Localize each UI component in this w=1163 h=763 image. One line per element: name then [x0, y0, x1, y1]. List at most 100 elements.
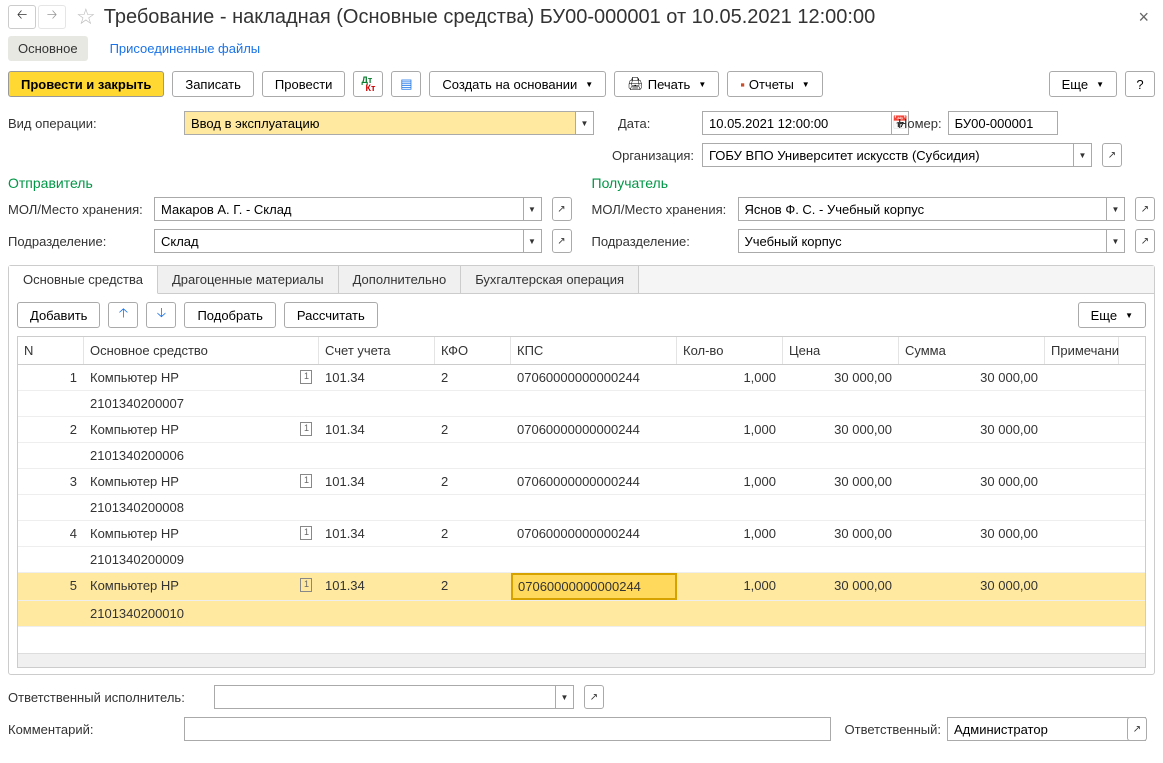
move-up-button[interactable]: 🡡 — [108, 302, 138, 328]
calc-button[interactable]: Рассчитать — [284, 302, 378, 328]
h-scrollbar[interactable] — [18, 653, 1145, 667]
cell-kps[interactable]: 07060000000000244 — [511, 417, 677, 442]
sender-mol-dd[interactable]: ▼ — [524, 197, 542, 221]
cell-su: 101.34 — [319, 573, 435, 600]
resp-exec-open[interactable]: ↗ — [584, 685, 604, 709]
th-su[interactable]: Счет учета — [319, 337, 435, 364]
th-os[interactable]: Основное средство — [84, 337, 319, 364]
th-cena[interactable]: Цена — [783, 337, 899, 364]
receiver-mol-input[interactable] — [738, 197, 1108, 221]
cell-prim — [1045, 521, 1119, 546]
tab-accounting[interactable]: Бухгалтерская операция — [461, 266, 639, 293]
pick-button[interactable]: Подобрать — [184, 302, 275, 328]
responsible-input[interactable] — [947, 717, 1137, 741]
sender-mol-open[interactable]: ↗ — [552, 197, 572, 221]
create-based-button[interactable]: Создать на основании▼ — [429, 71, 606, 97]
receiver-dept-input[interactable] — [738, 229, 1108, 253]
cell-inv: 2101340200007 — [84, 391, 319, 416]
cell-os: Компьютер HP — [84, 573, 319, 600]
sender-dept-input[interactable] — [154, 229, 524, 253]
receiver-mol-dd[interactable]: ▼ — [1107, 197, 1125, 221]
dtkt-button[interactable]: ДтКт — [353, 71, 383, 97]
favorite-star-icon[interactable]: ☆ — [76, 4, 96, 30]
document-structure-button[interactable]: ▤ — [391, 71, 421, 97]
card-icon[interactable] — [300, 370, 312, 384]
nav-back-button[interactable]: 🡠 — [8, 5, 36, 29]
cell-kps[interactable]: 07060000000000244 — [511, 469, 677, 494]
responsible-label: Ответственный: — [845, 722, 941, 737]
post-button[interactable]: Провести — [262, 71, 346, 97]
th-prim[interactable]: Примечани — [1045, 337, 1119, 364]
add-row-button[interactable]: Добавить — [17, 302, 100, 328]
cell-os: Компьютер HP — [84, 365, 319, 390]
cell-prim — [1045, 573, 1119, 600]
org-open-button[interactable]: ↗ — [1102, 143, 1122, 167]
table-subrow[interactable]: 2101340200009 — [18, 547, 1145, 573]
card-icon[interactable] — [300, 526, 312, 540]
sender-dept-open[interactable]: ↗ — [552, 229, 572, 253]
cell-kps[interactable]: 07060000000000244 — [511, 365, 677, 390]
card-icon[interactable] — [300, 474, 312, 488]
cell-inv: 2101340200006 — [84, 443, 319, 468]
cell-kps[interactable]: 07060000000000244 — [511, 573, 677, 600]
th-kfo[interactable]: КФО — [435, 337, 511, 364]
table-subrow[interactable]: 2101340200008 — [18, 495, 1145, 521]
nav-forward-button[interactable]: 🡢 — [38, 5, 66, 29]
number-label: Номер: — [898, 116, 942, 131]
cell-n: 5 — [18, 573, 84, 600]
resp-exec-input[interactable] — [214, 685, 556, 709]
more-button[interactable]: Еще▼ — [1049, 71, 1117, 97]
tab-precious[interactable]: Драгоценные материалы — [158, 266, 339, 293]
card-icon[interactable] — [300, 422, 312, 436]
sender-mol-input[interactable] — [154, 197, 524, 221]
cell-cena: 30 000,00 — [783, 365, 899, 390]
cell-kfo: 2 — [435, 521, 511, 546]
card-icon[interactable] — [300, 578, 312, 592]
responsible-open[interactable]: ↗ — [1127, 717, 1147, 741]
th-kps[interactable]: КПС — [511, 337, 677, 364]
tab-os[interactable]: Основные средства — [9, 266, 158, 294]
cell-kps[interactable]: 07060000000000244 — [511, 521, 677, 546]
comment-input[interactable] — [184, 717, 831, 741]
section-tab-files[interactable]: Присоединенные файлы — [100, 36, 271, 61]
reports-button[interactable]: ▪Отчеты▼ — [727, 71, 822, 97]
receiver-dept-open[interactable]: ↗ — [1135, 229, 1155, 253]
table-row[interactable]: 3Компьютер HP101.342070600000000002441,0… — [18, 469, 1145, 495]
number-input[interactable] — [948, 111, 1058, 135]
receiver-dept-dd[interactable]: ▼ — [1107, 229, 1125, 253]
sender-dept-dd[interactable]: ▼ — [524, 229, 542, 253]
org-input[interactable] — [702, 143, 1074, 167]
table-subrow[interactable]: 2101340200010 — [18, 601, 1145, 627]
table-row[interactable]: 2Компьютер HP101.342070600000000002441,0… — [18, 417, 1145, 443]
cell-su: 101.34 — [319, 469, 435, 494]
cell-kol: 1,000 — [677, 417, 783, 442]
date-input[interactable] — [702, 111, 892, 135]
move-down-button[interactable]: 🡣 — [146, 302, 176, 328]
cell-n: 2 — [18, 417, 84, 442]
section-tab-main[interactable]: Основное — [8, 36, 88, 61]
th-n[interactable]: N — [18, 337, 84, 364]
print-button[interactable]: 🖨Печать▼ — [614, 71, 719, 97]
table-row[interactable]: 1Компьютер HP101.342070600000000002441,0… — [18, 365, 1145, 391]
op-type-dd[interactable]: ▼ — [576, 111, 594, 135]
table-subrow[interactable]: 2101340200006 — [18, 443, 1145, 469]
resp-exec-dd[interactable]: ▼ — [556, 685, 574, 709]
table-subrow[interactable]: 2101340200007 — [18, 391, 1145, 417]
op-type-input[interactable] — [184, 111, 576, 135]
table-more-button[interactable]: Еще▼ — [1078, 302, 1146, 328]
close-icon[interactable]: × — [1132, 7, 1155, 28]
post-and-close-button[interactable]: Провести и закрыть — [8, 71, 164, 97]
receiver-mol-open[interactable]: ↗ — [1135, 197, 1155, 221]
tab-additional[interactable]: Дополнительно — [339, 266, 462, 293]
th-kol[interactable]: Кол-во — [677, 337, 783, 364]
sender-mol-label: МОЛ/Место хранения: — [8, 202, 148, 217]
printer-icon: 🖨 — [627, 76, 644, 92]
table-row[interactable]: 5Компьютер HP101.342070600000000002441,0… — [18, 573, 1145, 601]
cell-cena: 30 000,00 — [783, 521, 899, 546]
cell-kfo: 2 — [435, 365, 511, 390]
help-button[interactable]: ? — [1125, 71, 1155, 97]
org-dd[interactable]: ▼ — [1074, 143, 1092, 167]
table-row[interactable]: 4Компьютер HP101.342070600000000002441,0… — [18, 521, 1145, 547]
th-sum[interactable]: Сумма — [899, 337, 1045, 364]
save-button[interactable]: Записать — [172, 71, 254, 97]
